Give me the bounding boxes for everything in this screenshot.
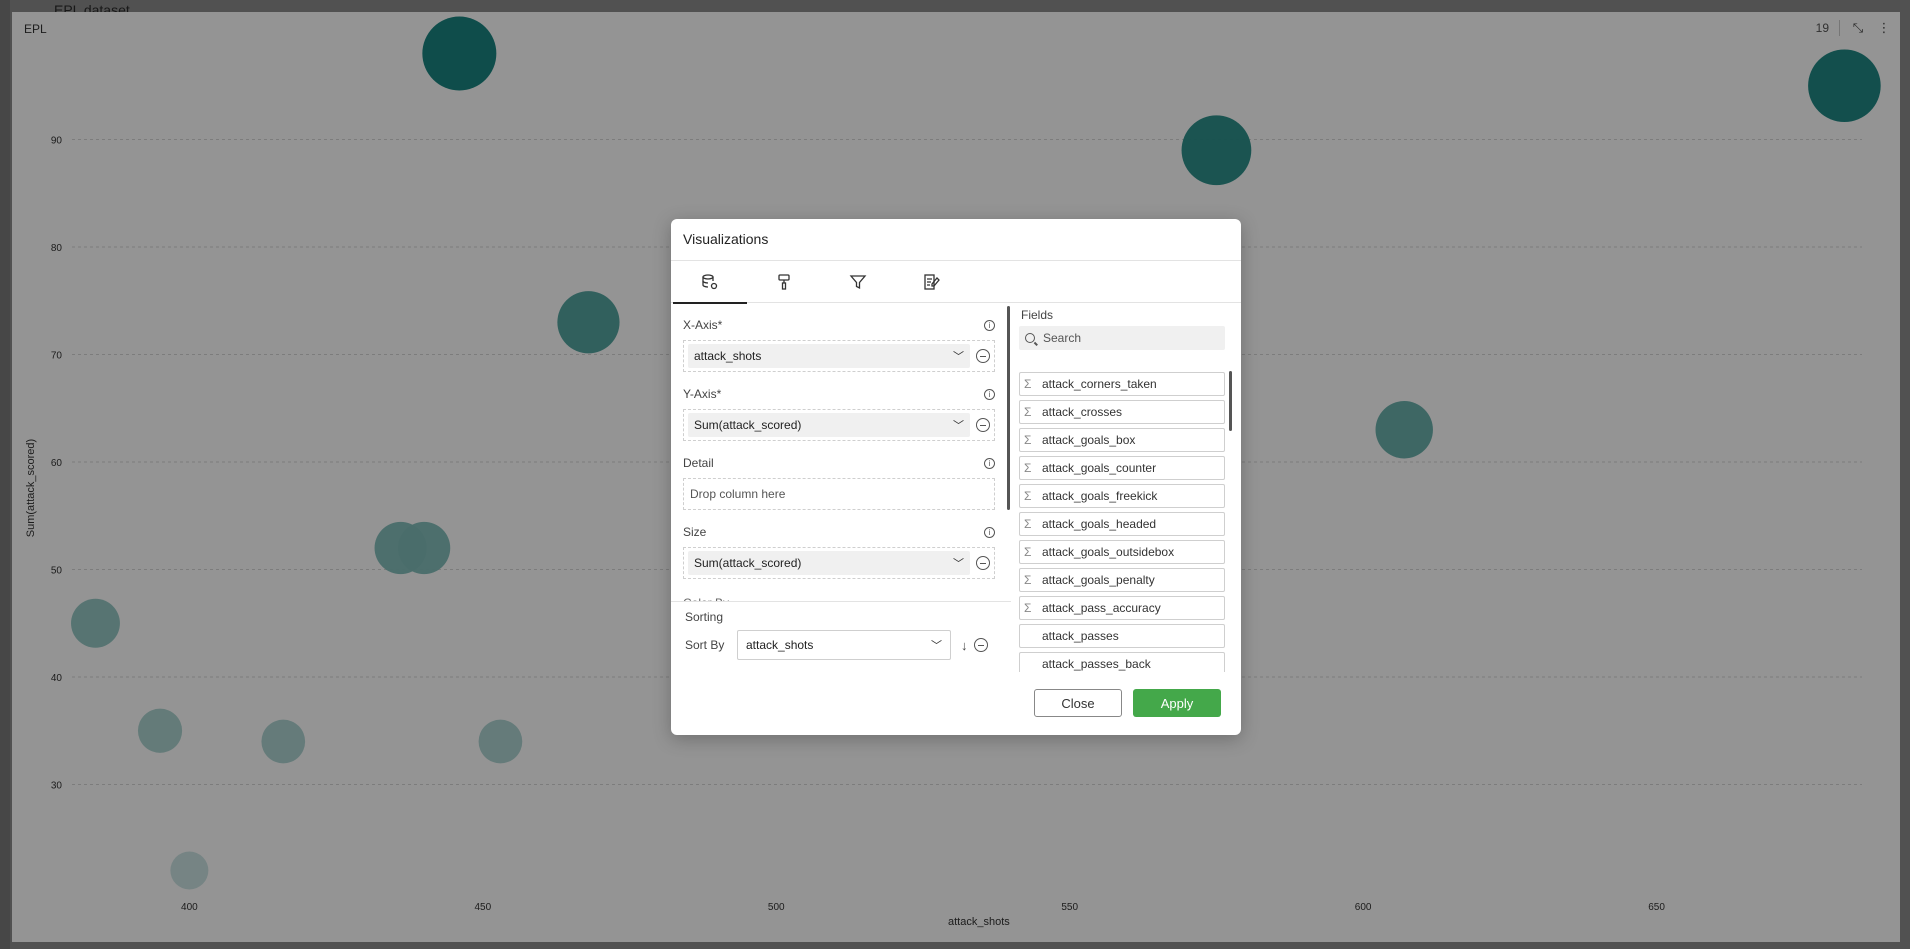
edit-chart-icon [924, 274, 940, 290]
encoding-scroll[interactable]: X-Axis* i attack_shots ﹀ Y-Axis* i Sum(a… [671, 304, 1011, 604]
dialog-tabs [671, 261, 1241, 304]
chevron-down-icon[interactable]: ﹀ [931, 637, 942, 653]
tab-analytics[interactable] [895, 261, 969, 303]
size-dropzone[interactable]: Sum(attack_scored) ﹀ [683, 547, 995, 579]
sigma-icon: Σ [1024, 377, 1032, 391]
x-axis-value: attack_shots [694, 349, 762, 363]
visualizations-dialog: Visualizations X-Axis* i attack_shots ﹀ … [671, 219, 1241, 735]
field-item[interactable]: Σattack_goals_penalty [1019, 568, 1225, 592]
filter-icon [849, 275, 867, 290]
field-name: attack_pass_accuracy [1042, 601, 1161, 615]
sorting-title: Sorting [685, 610, 724, 624]
search-input[interactable]: Search [1043, 331, 1081, 345]
remove-icon[interactable] [976, 349, 990, 363]
detail-placeholder: Drop column here [690, 487, 786, 501]
field-item[interactable]: Σattack_goals_freekick [1019, 484, 1225, 508]
detail-section: Detail i Drop column here [683, 456, 995, 510]
x-axis-field[interactable]: attack_shots ﹀ [688, 344, 970, 368]
dialog-title: Visualizations [671, 219, 1241, 261]
chevron-down-icon[interactable]: ﹀ [953, 348, 964, 364]
encoding-panel: X-Axis* i attack_shots ﹀ Y-Axis* i Sum(a… [671, 304, 1011, 676]
field-item[interactable]: Σattack_pass_accuracy [1019, 596, 1225, 620]
info-icon[interactable]: i [984, 320, 995, 331]
field-item[interactable]: Σattack_goals_counter [1019, 456, 1225, 480]
sort-by-value: attack_shots [746, 638, 814, 652]
field-name: attack_goals_penalty [1042, 573, 1155, 587]
y-axis-value: Sum(attack_scored) [694, 418, 802, 432]
field-name: attack_passes_back [1042, 657, 1151, 671]
info-icon[interactable]: i [984, 458, 995, 469]
sort-by-label: Sort By [685, 638, 725, 652]
tab-data[interactable] [673, 261, 747, 304]
field-name: attack_goals_counter [1042, 461, 1157, 475]
info-icon[interactable]: i [984, 527, 995, 538]
sigma-icon: Σ [1024, 517, 1032, 531]
field-list[interactable]: Σattack_corners_taken Σattack_crosses Σatt… [1019, 372, 1225, 672]
sigma-icon: Σ [1024, 433, 1032, 447]
tab-format[interactable] [747, 261, 821, 303]
detail-label: Detail [683, 456, 714, 470]
fields-scrollbar[interactable] [1229, 371, 1232, 431]
sigma-icon: Σ [1024, 573, 1032, 587]
field-name: attack_goals_headed [1042, 517, 1157, 531]
sort-row: Sort By attack_shots ﹀ ↓ [685, 630, 997, 660]
y-axis-label: Y-Axis* [683, 387, 722, 401]
dialog-body: X-Axis* i attack_shots ﹀ Y-Axis* i Sum(a… [671, 304, 1241, 676]
remove-icon[interactable] [976, 418, 990, 432]
fields-label: Fields [1021, 308, 1054, 322]
sorting-section: Sorting Sort By attack_shots ﹀ ↓ [671, 601, 1011, 676]
info-icon[interactable]: i [984, 389, 995, 400]
size-section: Size i Sum(attack_scored) ﹀ [683, 525, 995, 579]
sigma-icon: Σ [1024, 545, 1032, 559]
y-axis-dropzone[interactable]: Sum(attack_scored) ﹀ [683, 409, 995, 441]
paint-roller-icon [778, 274, 790, 290]
fields-panel: Fields Search Σattack_corners_taken Σatta… [1019, 304, 1232, 676]
field-search[interactable]: Search [1019, 326, 1225, 350]
close-button[interactable]: Close [1034, 689, 1122, 717]
field-name: attack_goals_box [1042, 433, 1136, 447]
field-item[interactable]: Σattack_goals_box [1019, 428, 1225, 452]
field-name: attack_goals_freekick [1042, 489, 1158, 503]
x-axis-dropzone[interactable]: attack_shots ﹀ [683, 340, 995, 372]
tab-filter[interactable] [821, 261, 895, 303]
sigma-icon: Σ [1024, 461, 1032, 475]
field-name: attack_goals_outsidebox [1042, 545, 1175, 559]
field-item[interactable]: Σattack_crosses [1019, 400, 1225, 424]
sort-by-select[interactable]: attack_shots ﹀ [737, 630, 951, 660]
dialog-footer: Close Apply [671, 675, 1241, 735]
sigma-icon: Σ [1024, 489, 1032, 503]
size-label: Size [683, 525, 707, 539]
field-item[interactable]: Σattack_corners_taken [1019, 372, 1225, 396]
size-value: Sum(attack_scored) [694, 556, 802, 570]
x-axis-label: X-Axis* [683, 318, 723, 332]
y-axis-field[interactable]: Sum(attack_scored) ﹀ [688, 413, 970, 437]
sort-direction-icon[interactable]: ↓ [961, 638, 968, 653]
search-icon [1025, 333, 1035, 343]
field-item[interactable]: attack_passes_back [1019, 652, 1225, 672]
encoding-scrollbar[interactable] [1007, 306, 1010, 510]
chevron-down-icon[interactable]: ﹀ [953, 555, 964, 571]
apply-button[interactable]: Apply [1133, 689, 1221, 717]
field-name: attack_crosses [1042, 405, 1123, 419]
remove-icon[interactable] [976, 556, 990, 570]
size-field[interactable]: Sum(attack_scored) ﹀ [688, 551, 970, 575]
field-name: attack_corners_taken [1042, 377, 1157, 391]
field-item[interactable]: Σattack_goals_headed [1019, 512, 1225, 536]
remove-icon[interactable] [973, 638, 988, 652]
sigma-icon: Σ [1024, 601, 1032, 615]
sigma-icon: Σ [1024, 405, 1032, 419]
field-item[interactable]: attack_passes [1019, 624, 1225, 648]
chevron-down-icon[interactable]: ﹀ [953, 417, 964, 433]
y-axis-section: Y-Axis* i Sum(attack_scored) ﹀ [683, 387, 995, 441]
database-settings-icon [702, 274, 718, 290]
detail-dropzone[interactable]: Drop column here [683, 478, 995, 510]
field-name: attack_passes [1042, 629, 1119, 643]
x-axis-section: X-Axis* i attack_shots ﹀ [683, 318, 995, 372]
field-item[interactable]: Σattack_goals_outsidebox [1019, 540, 1225, 564]
